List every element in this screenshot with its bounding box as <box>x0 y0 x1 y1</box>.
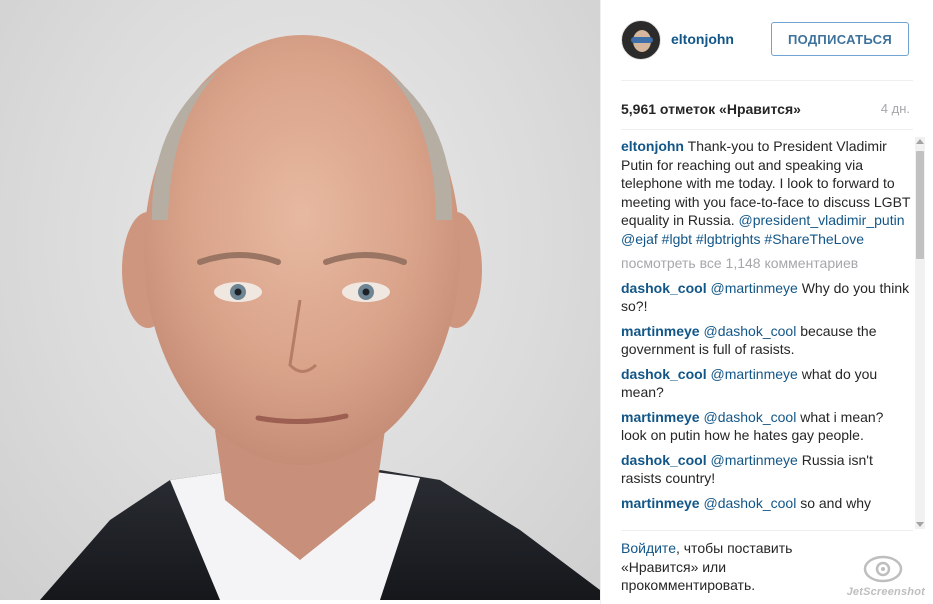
comment-mention[interactable]: @martinmeye <box>710 280 797 296</box>
avatar[interactable] <box>621 20 661 60</box>
caption: eltonjohn Thank-you to President Vladimi… <box>621 137 911 248</box>
comments-list[interactable]: eltonjohn Thank-you to President Vladimi… <box>621 137 911 529</box>
comment-username[interactable]: dashok_cool <box>621 280 707 296</box>
comments-scrollbar[interactable] <box>915 137 925 529</box>
watermark: JetScreenshot <box>833 554 925 598</box>
avatar-glasses <box>631 37 653 43</box>
comment-item: martinmeye @dashok_cool because the gove… <box>621 322 911 359</box>
comment-username[interactable]: martinmeye <box>621 323 700 339</box>
scroll-up-arrow-icon[interactable] <box>916 139 924 144</box>
camera-logo-icon <box>863 555 903 583</box>
scroll-down-arrow-icon[interactable] <box>916 522 924 527</box>
post-side-panel: eltonjohn ПОДПИСАТЬСЯ 5,961 отметок «Нра… <box>601 0 933 604</box>
likes-count: 5,961 отметок «Нравится» <box>621 101 801 117</box>
comment-item: dashok_cool @martinmeye Why do you think… <box>621 279 911 316</box>
watermark-text: JetScreenshot <box>846 586 925 598</box>
scroll-thumb[interactable] <box>916 151 924 259</box>
caption-username[interactable]: eltonjohn <box>621 138 684 154</box>
stats-divider <box>621 129 913 130</box>
login-link[interactable]: Войдите <box>621 540 676 556</box>
comment-item: dashok_cool @martinmeye Russia isn't ras… <box>621 451 911 488</box>
portrait-illustration <box>40 35 600 600</box>
comment-mention[interactable]: @dashok_cool <box>703 409 796 425</box>
comment-username[interactable]: martinmeye <box>621 409 700 425</box>
comment-item: martinmeye @dashok_cool what i mean? loo… <box>621 408 911 445</box>
comment-item: martinmeye @dashok_cool so and why <box>621 494 911 513</box>
header-divider <box>621 80 913 81</box>
comment-mention[interactable]: @dashok_cool <box>703 323 796 339</box>
comments-bottom-divider <box>621 530 913 531</box>
view-all-comments-link[interactable]: посмотреть все 1,148 комментариев <box>621 254 911 273</box>
username-link[interactable]: eltonjohn <box>671 31 734 47</box>
comment-mention[interactable]: @martinmeye <box>710 366 797 382</box>
login-prompt: Войдите, чтобы поставить «Нравится» или … <box>621 539 851 595</box>
comment-mention[interactable]: @dashok_cool <box>703 495 796 511</box>
post-header: eltonjohn ПОДПИСАТЬСЯ <box>601 0 933 80</box>
post-photo[interactable] <box>0 0 600 600</box>
comment-item: dashok_cool @martinmeye what do you mean… <box>621 365 911 402</box>
comment-username[interactable]: martinmeye <box>621 495 700 511</box>
comment-mention[interactable]: @martinmeye <box>710 452 797 468</box>
follow-button[interactable]: ПОДПИСАТЬСЯ <box>771 22 909 56</box>
comment-username[interactable]: dashok_cool <box>621 366 707 382</box>
comment-text: so and why <box>800 494 872 511</box>
post-time[interactable]: 4 дн. <box>881 101 910 116</box>
comment-username[interactable]: dashok_cool <box>621 452 707 468</box>
